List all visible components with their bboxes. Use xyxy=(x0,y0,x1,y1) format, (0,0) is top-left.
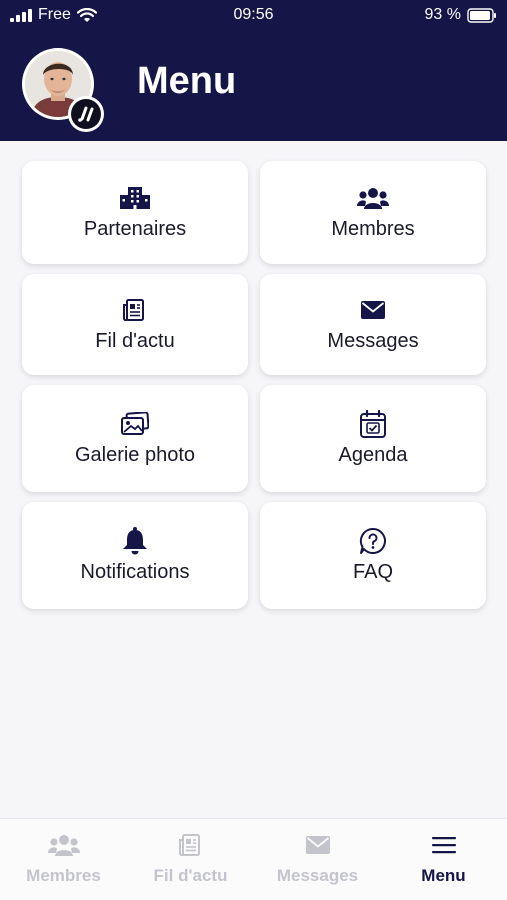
tab-membres[interactable]: Membres xyxy=(0,819,127,900)
menu-card-membres[interactable]: Membres xyxy=(260,161,486,264)
menu-card-label: Galerie photo xyxy=(74,444,196,466)
menu-card-label: Membres xyxy=(331,218,415,240)
bottom-tab-bar: Membres Fil d'actu Messages Menu xyxy=(0,818,507,900)
users-icon xyxy=(357,188,389,209)
avatar[interactable] xyxy=(22,48,104,132)
page-title: Menu xyxy=(137,60,237,102)
menu-card-galerie-photo[interactable]: Galerie photo xyxy=(22,385,248,492)
tab-label: Membres xyxy=(26,866,101,885)
menu-card-label: Fil d'actu xyxy=(95,330,175,352)
tab-messages[interactable]: Messages xyxy=(254,819,381,900)
menu-card-label: Notifications xyxy=(80,561,190,583)
tab-label: Fil d'actu xyxy=(153,866,228,885)
tab-fil-actu[interactable]: Fil d'actu xyxy=(127,819,254,900)
menu-card-partenaires[interactable]: Partenaires xyxy=(22,161,248,264)
users-icon xyxy=(47,835,80,856)
menu-card-label: Messages xyxy=(327,330,419,352)
avatar-badge-logo xyxy=(68,96,104,132)
building-icon xyxy=(120,187,150,209)
bell-icon xyxy=(123,527,147,555)
envelope-icon xyxy=(305,836,330,854)
app-header: Free 09:56 93 % Menu xyxy=(0,0,507,141)
newspaper-icon xyxy=(178,834,200,856)
menu-card-messages[interactable]: Messages xyxy=(260,274,486,375)
menu-card-notifications[interactable]: Notifications xyxy=(22,502,248,609)
menu-card-label: Partenaires xyxy=(83,218,187,240)
question-bubble-icon xyxy=(359,527,386,554)
menu-card-agenda[interactable]: Agenda xyxy=(260,385,486,492)
battery-icon xyxy=(467,7,496,23)
newspaper-icon xyxy=(123,299,144,321)
menu-card-label: FAQ xyxy=(352,561,393,583)
hamburger-icon xyxy=(431,837,456,854)
tab-menu[interactable]: Menu xyxy=(380,819,507,900)
menu-card-faq[interactable]: FAQ xyxy=(260,502,486,609)
menu-card-fil-actu[interactable]: Fil d'actu xyxy=(22,274,248,375)
tab-label: Messages xyxy=(276,866,359,885)
menu-card-label: Agenda xyxy=(338,444,408,466)
battery-percent: 93 % xyxy=(424,6,461,23)
photo-gallery-icon xyxy=(121,412,149,435)
calendar-check-icon xyxy=(360,410,386,438)
tab-label: Menu xyxy=(421,866,466,885)
envelope-icon xyxy=(361,301,385,319)
status-bar: Free 09:56 93 % xyxy=(0,0,507,32)
